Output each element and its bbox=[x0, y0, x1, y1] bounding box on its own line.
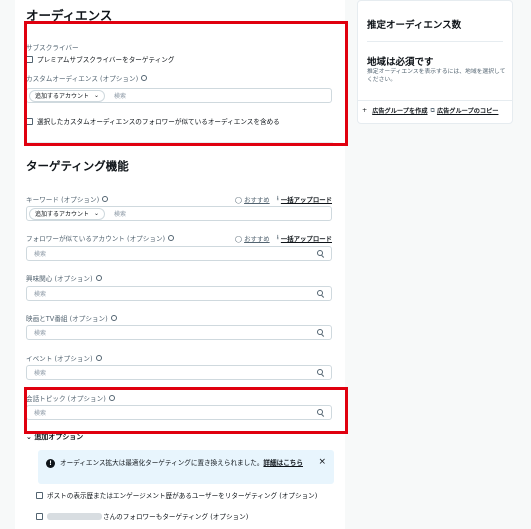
interest-search-placeholder: 検索 bbox=[34, 291, 47, 298]
custom-audience-account-dropdown[interactable]: 追加するアカウント ⌄ bbox=[29, 89, 106, 102]
conversation-topic-label: 会話トピック (オプション) bbox=[26, 393, 115, 403]
sidebar-divider bbox=[367, 41, 503, 42]
follower-recommended-link[interactable]: おすすめ bbox=[244, 234, 270, 243]
keyword-dropdown-label: 追加するアカウント bbox=[35, 211, 90, 218]
location-required-description: 推定オーディエンスを表示するには、地域を選択してください。 bbox=[367, 69, 506, 83]
custom-audience-combobox[interactable]: 追加するアカウント ⌄ 検索 bbox=[26, 88, 332, 103]
notice-text: オーディエンス拡大は最適化ターゲティングに置き換えられました。詳細はこちら bbox=[60, 458, 306, 468]
section-divider bbox=[26, 142, 333, 143]
notice-learn-more-link[interactable]: 詳細はこちら bbox=[263, 459, 303, 467]
follower-search-placeholder: 検索 bbox=[34, 251, 47, 258]
interest-search-input[interactable]: 検索 bbox=[26, 286, 332, 301]
info-icon[interactable] bbox=[95, 355, 102, 361]
keyword-search-placeholder[interactable]: 検索 bbox=[114, 209, 126, 218]
targeting-section-title: ターゲティング機能 bbox=[26, 159, 129, 173]
event-label-text: イベント (オプション) bbox=[26, 355, 93, 363]
interest-label-text: 興味関心 (オプション) bbox=[26, 275, 93, 283]
info-icon[interactable] bbox=[102, 196, 109, 202]
custom-audience-label-text: カスタムオーディエンス (オプション) bbox=[26, 75, 139, 83]
follower-actions: ◯ おすすめ ⭳ 一括アップロード bbox=[235, 233, 332, 244]
info-icon[interactable] bbox=[141, 75, 148, 81]
premium-subscriber-checkbox-row[interactable]: プレミアムサブスクライバーをターゲティング bbox=[26, 54, 174, 64]
chevron-down-icon: ⌄ bbox=[26, 433, 32, 441]
search-icon bbox=[317, 290, 324, 297]
custom-audience-dropdown-label: 追加するアカウント bbox=[35, 93, 90, 100]
event-search-placeholder: 検索 bbox=[34, 370, 47, 377]
keyword-combobox[interactable]: 追加するアカウント ⌄ 検索 bbox=[26, 206, 332, 221]
search-icon bbox=[317, 329, 324, 336]
interest-label: 興味関心 (オプション) bbox=[26, 273, 102, 283]
copy-icon: ⧉ bbox=[430, 106, 435, 114]
keyword-actions: ◯ おすすめ ⭳ 一括アップロード bbox=[235, 194, 332, 205]
recommend-icon: ◯ bbox=[234, 195, 243, 204]
close-icon[interactable]: × bbox=[318, 457, 326, 467]
upload-icon: ⭳ bbox=[276, 233, 279, 241]
conversation-topic-search-placeholder: 検索 bbox=[34, 410, 47, 417]
keyword-account-dropdown[interactable]: 追加するアカウント ⌄ bbox=[29, 207, 106, 220]
plus-icon: + bbox=[362, 107, 368, 114]
keyword-bulk-upload-link[interactable]: 一括アップロード bbox=[281, 195, 332, 204]
movie-tv-label: 映画とTV番組 (オプション) bbox=[26, 313, 117, 323]
premium-subscriber-checkbox-label: プレミアムサブスクライバーをターゲティング bbox=[37, 56, 175, 64]
audience-section-title: オーディエンス bbox=[26, 8, 113, 23]
follower-lookalike-label-text: フォロワーが似ているアカウント (オプション) bbox=[26, 235, 166, 243]
recommend-icon: ◯ bbox=[234, 234, 243, 243]
similar-followers-checkbox[interactable] bbox=[26, 117, 33, 125]
event-search-input[interactable]: 検索 bbox=[26, 365, 332, 380]
retarget-checkbox-label: ポストの表示歴またはエンゲージメント歴があるユーザーをリターゲティング (オプシ… bbox=[47, 492, 318, 500]
alert-icon: ! bbox=[46, 459, 55, 468]
estimated-audience-title: 推定オーディエンス数 bbox=[367, 20, 462, 31]
info-icon[interactable] bbox=[168, 235, 175, 241]
search-icon bbox=[317, 250, 324, 257]
movie-tv-search-input[interactable]: 検索 bbox=[26, 325, 332, 340]
create-ad-group-link[interactable]: 広告グループを作成 bbox=[372, 106, 427, 115]
followers-checkbox-label: さんのフォロワーもターゲティング (オプション) bbox=[103, 513, 249, 521]
follower-search-input[interactable]: 検索 bbox=[26, 246, 332, 261]
copy-ad-group-link[interactable]: 広告グループのコピー bbox=[437, 106, 499, 115]
movie-tv-label-text: 映画とTV番組 (オプション) bbox=[26, 315, 108, 323]
advanced-options-title: 追加オプション bbox=[34, 433, 84, 441]
redacted-account-name bbox=[47, 512, 102, 520]
chevron-down-icon: ⌄ bbox=[94, 92, 100, 99]
location-required-heading: 地域は必須です bbox=[367, 57, 434, 68]
advanced-options-toggle[interactable]: ⌄ 追加オプション bbox=[26, 432, 83, 442]
info-icon[interactable] bbox=[95, 275, 102, 281]
ad-group-actions: + 広告グループを作成 ⧉ 広告グループのコピー bbox=[362, 106, 499, 116]
conversation-topic-search-input[interactable]: 検索 bbox=[26, 405, 332, 420]
search-icon bbox=[317, 409, 324, 416]
search-icon bbox=[317, 369, 324, 376]
custom-audience-search-placeholder[interactable]: 検索 bbox=[114, 91, 126, 100]
keyword-label-text: キーワード (オプション) bbox=[26, 196, 100, 204]
similar-followers-checkbox-row[interactable]: 選択したカスタムオーディエンスのフォロワーが似ているオーディエンスを含める bbox=[26, 116, 280, 126]
audience-expansion-notice: ! オーディエンス拡大は最適化ターゲティングに置き換えられました。詳細はこちら … bbox=[38, 450, 334, 484]
sidebar-divider bbox=[358, 100, 512, 101]
upload-icon: ⭳ bbox=[276, 194, 279, 202]
keyword-label: キーワード (オプション) bbox=[26, 194, 109, 204]
campaign-form-panel: オーディエンス サブスクライバー プレミアムサブスクライバーをターゲティング カ… bbox=[15, 0, 348, 529]
follower-lookalike-label: フォロワーが似ているアカウント (オプション) bbox=[26, 233, 175, 243]
highlight-box-audience bbox=[24, 21, 348, 146]
info-icon[interactable] bbox=[108, 395, 115, 401]
custom-audience-label: カスタムオーディエンス (オプション) bbox=[26, 73, 148, 83]
retarget-checkbox[interactable] bbox=[36, 491, 43, 499]
estimated-audience-panel: 推定オーディエンス数 地域は必須です 推定オーディエンスを表示するには、地域を選… bbox=[357, 0, 513, 124]
info-icon[interactable] bbox=[110, 315, 117, 321]
keyword-recommended-link[interactable]: おすすめ bbox=[244, 195, 270, 204]
follower-bulk-upload-link[interactable]: 一括アップロード bbox=[281, 234, 332, 243]
premium-subscriber-checkbox[interactable] bbox=[26, 55, 33, 63]
conversation-topic-label-text: 会話トピック (オプション) bbox=[26, 395, 106, 403]
notice-message: オーディエンス拡大は最適化ターゲティングに置き換えられました。 bbox=[60, 459, 264, 467]
similar-followers-checkbox-label: 選択したカスタムオーディエンスのフォロワーが似ているオーディエンスを含める bbox=[37, 118, 280, 126]
subscriber-label: サブスクライバー bbox=[26, 44, 79, 52]
retarget-checkbox-row[interactable]: ポストの表示歴またはエンゲージメント歴があるユーザーをリターゲティング (オプシ… bbox=[36, 490, 317, 500]
followers-checkbox-row[interactable]: さんのフォロワーもターゲティング (オプション) bbox=[36, 511, 248, 521]
movie-tv-search-placeholder: 検索 bbox=[34, 330, 47, 337]
followers-checkbox[interactable] bbox=[36, 512, 43, 520]
chevron-down-icon: ⌄ bbox=[94, 210, 100, 217]
event-label: イベント (オプション) bbox=[26, 353, 102, 363]
